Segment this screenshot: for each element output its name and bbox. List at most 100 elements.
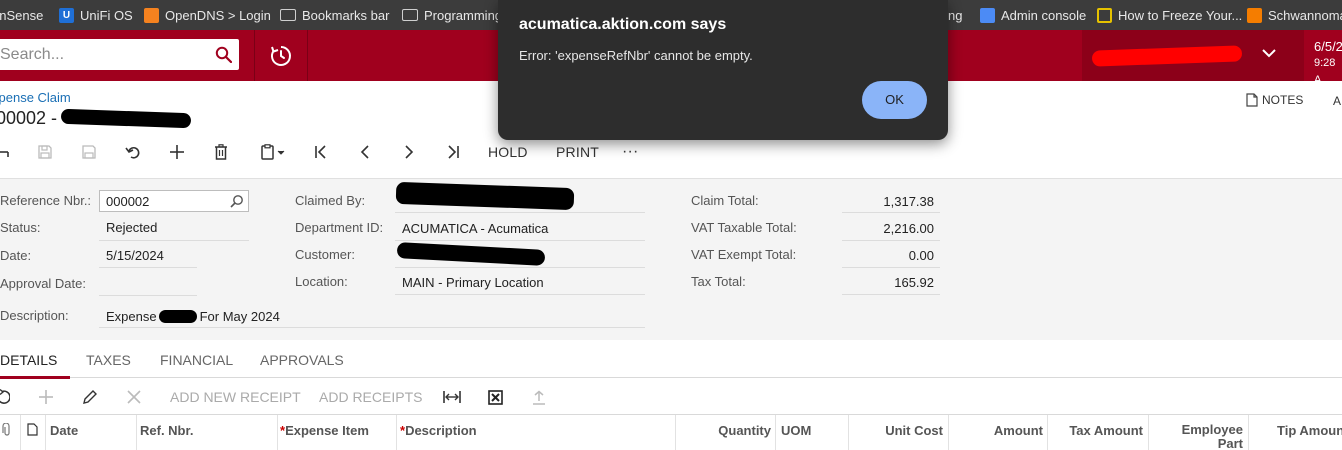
save-button[interactable] <box>78 138 100 166</box>
pencil-icon <box>83 390 97 404</box>
bookmark-opendns[interactable]: OpenDNS > Login <box>144 0 271 30</box>
uom-column-header[interactable]: UOM <box>781 415 811 450</box>
print-button[interactable]: PRINT <box>556 138 599 166</box>
save-close-button[interactable] <box>34 138 56 166</box>
redacted-employee-name <box>60 108 192 129</box>
delete-row-button[interactable] <box>127 379 141 415</box>
approval-date-label: Approval Date: <box>0 276 86 291</box>
bookmark-partial[interactable]: ng <box>948 0 962 30</box>
user-menu[interactable] <box>1082 30 1304 81</box>
redacted-description <box>158 310 197 323</box>
ref-nbr-column-header[interactable]: Ref. Nbr. <box>140 415 193 450</box>
search-icon[interactable] <box>215 46 232 63</box>
search-box[interactable] <box>0 39 239 70</box>
more-actions-button[interactable]: ··· <box>622 138 639 166</box>
plus-icon <box>170 145 184 159</box>
field-underline <box>99 295 197 296</box>
quantity-column-header[interactable]: Quantity <box>676 415 771 450</box>
files-column-header[interactable] <box>2 415 18 450</box>
ok-button[interactable]: OK <box>862 81 927 119</box>
vat-exempt-value: 0.00 <box>908 248 934 263</box>
alert-dialog: acumatica.aktion.com says Error: 'expens… <box>498 0 948 140</box>
activities-button[interactable]: A <box>1333 94 1341 108</box>
first-record-button[interactable] <box>310 138 332 166</box>
last-record-button[interactable] <box>442 138 464 166</box>
add-row-button[interactable] <box>38 379 54 415</box>
fit-columns-button[interactable] <box>443 379 461 415</box>
breadcrumb[interactable]: xpense Claim <box>0 90 71 105</box>
redacted-user-name <box>1091 45 1243 67</box>
ref-nbr-field[interactable]: 000002 <box>99 190 249 212</box>
tax-amount-column-header[interactable]: Tax Amount <box>1048 415 1143 450</box>
save-icon <box>82 145 96 159</box>
add-new-receipt-button[interactable]: ADD NEW RECEIPT <box>170 379 301 415</box>
close-icon <box>127 390 141 404</box>
hold-button[interactable]: HOLD <box>488 138 528 166</box>
date-value[interactable]: 5/15/2024 <box>106 248 164 263</box>
clipboard-icon <box>261 144 285 160</box>
grid-header: Date Ref. Nbr. *Expense Item *Descriptio… <box>0 415 1342 450</box>
bookmark-label: How to Freeze Your... <box>1118 7 1243 23</box>
column-divider <box>396 415 397 450</box>
delete-button[interactable] <box>210 138 232 166</box>
tip-amount-column-header[interactable]: Tip Amount <box>1277 415 1342 450</box>
column-divider <box>20 415 21 450</box>
description-label: Description <box>405 423 477 438</box>
bookmark-label: Admin console <box>1001 7 1087 23</box>
field-underline <box>842 240 940 241</box>
bookmark-pfsense[interactable]: pnSense <box>0 0 43 30</box>
search-input[interactable] <box>0 39 200 70</box>
expense-item-column-header[interactable]: *Expense Item <box>280 415 369 450</box>
claim-total-value: 1,317.38 <box>883 194 934 209</box>
copy-paste-menu[interactable] <box>254 138 292 166</box>
last-icon <box>448 145 459 159</box>
next-record-button[interactable] <box>398 138 420 166</box>
export-excel-button[interactable] <box>488 379 503 415</box>
refresh-icon <box>0 389 10 404</box>
bookmark-label: ng <box>948 7 963 23</box>
edit-row-button[interactable] <box>82 379 98 415</box>
amount-column-header[interactable]: Amount <box>949 415 1043 450</box>
claimed-by-label: Claimed By: <box>295 193 366 208</box>
bookmark-folder-bookmarks-bar[interactable]: Bookmarks bar <box>280 0 389 30</box>
notes-button[interactable]: NOTES <box>1246 93 1303 107</box>
bookmark-unifi[interactable]: U UniFi OS <box>59 0 133 30</box>
back-button[interactable] <box>0 138 12 166</box>
lookup-icon[interactable] <box>230 194 244 208</box>
history-button[interactable] <box>255 30 307 81</box>
notes-column-header[interactable] <box>27 415 43 450</box>
bookmark-folder-programming[interactable]: Programming <box>402 0 502 30</box>
column-divider <box>136 415 137 450</box>
alert-dialog-message: Error: 'expenseRefNbr' cannot be empty. <box>519 48 753 63</box>
location-value[interactable]: MAIN - Primary Location <box>402 275 544 290</box>
trash-icon <box>215 144 227 160</box>
upload-button[interactable] <box>532 379 546 415</box>
previous-record-button[interactable] <box>354 138 376 166</box>
description-column-header[interactable]: *Description <box>400 415 477 450</box>
folder-icon <box>280 9 296 21</box>
employee-part-column-header[interactable]: Employee Part <box>1149 415 1243 450</box>
bookmark-freeze[interactable]: How to Freeze Your... <box>1097 0 1242 30</box>
unit-cost-column-header[interactable]: Unit Cost <box>849 415 943 450</box>
add-receipts-button[interactable]: ADD RECEIPTS <box>319 379 422 415</box>
tab-taxes[interactable]: TAXES <box>86 352 131 368</box>
opendns-icon <box>144 7 159 23</box>
ref-nbr-label: Reference Nbr.: <box>0 193 92 208</box>
ref-nbr-value: 000002 <box>106 194 150 209</box>
header-time: 9:28 A <box>1314 57 1336 86</box>
description-value[interactable]: Expense For May 2024 <box>106 309 280 324</box>
tab-approvals[interactable]: APPROVALS <box>260 352 344 368</box>
description-prefix: Expense <box>106 309 157 324</box>
bookmark-schwannoma[interactable]: Schwannoma <box>1247 0 1342 30</box>
cancel-button[interactable] <box>122 138 144 166</box>
tab-financial[interactable]: FINANCIAL <box>160 352 233 368</box>
chevron-left-icon <box>360 145 369 159</box>
department-value[interactable]: ACUMATICA - Acumatica <box>402 221 548 236</box>
tab-details[interactable]: DETAILS <box>0 352 57 368</box>
date-column-header[interactable]: Date <box>50 415 78 450</box>
refresh-button[interactable] <box>0 379 10 415</box>
field-underline <box>842 267 940 268</box>
bookmark-admin-console[interactable]: Admin console <box>980 0 1086 30</box>
fit-width-icon <box>443 391 461 403</box>
add-new-button[interactable] <box>166 138 188 166</box>
